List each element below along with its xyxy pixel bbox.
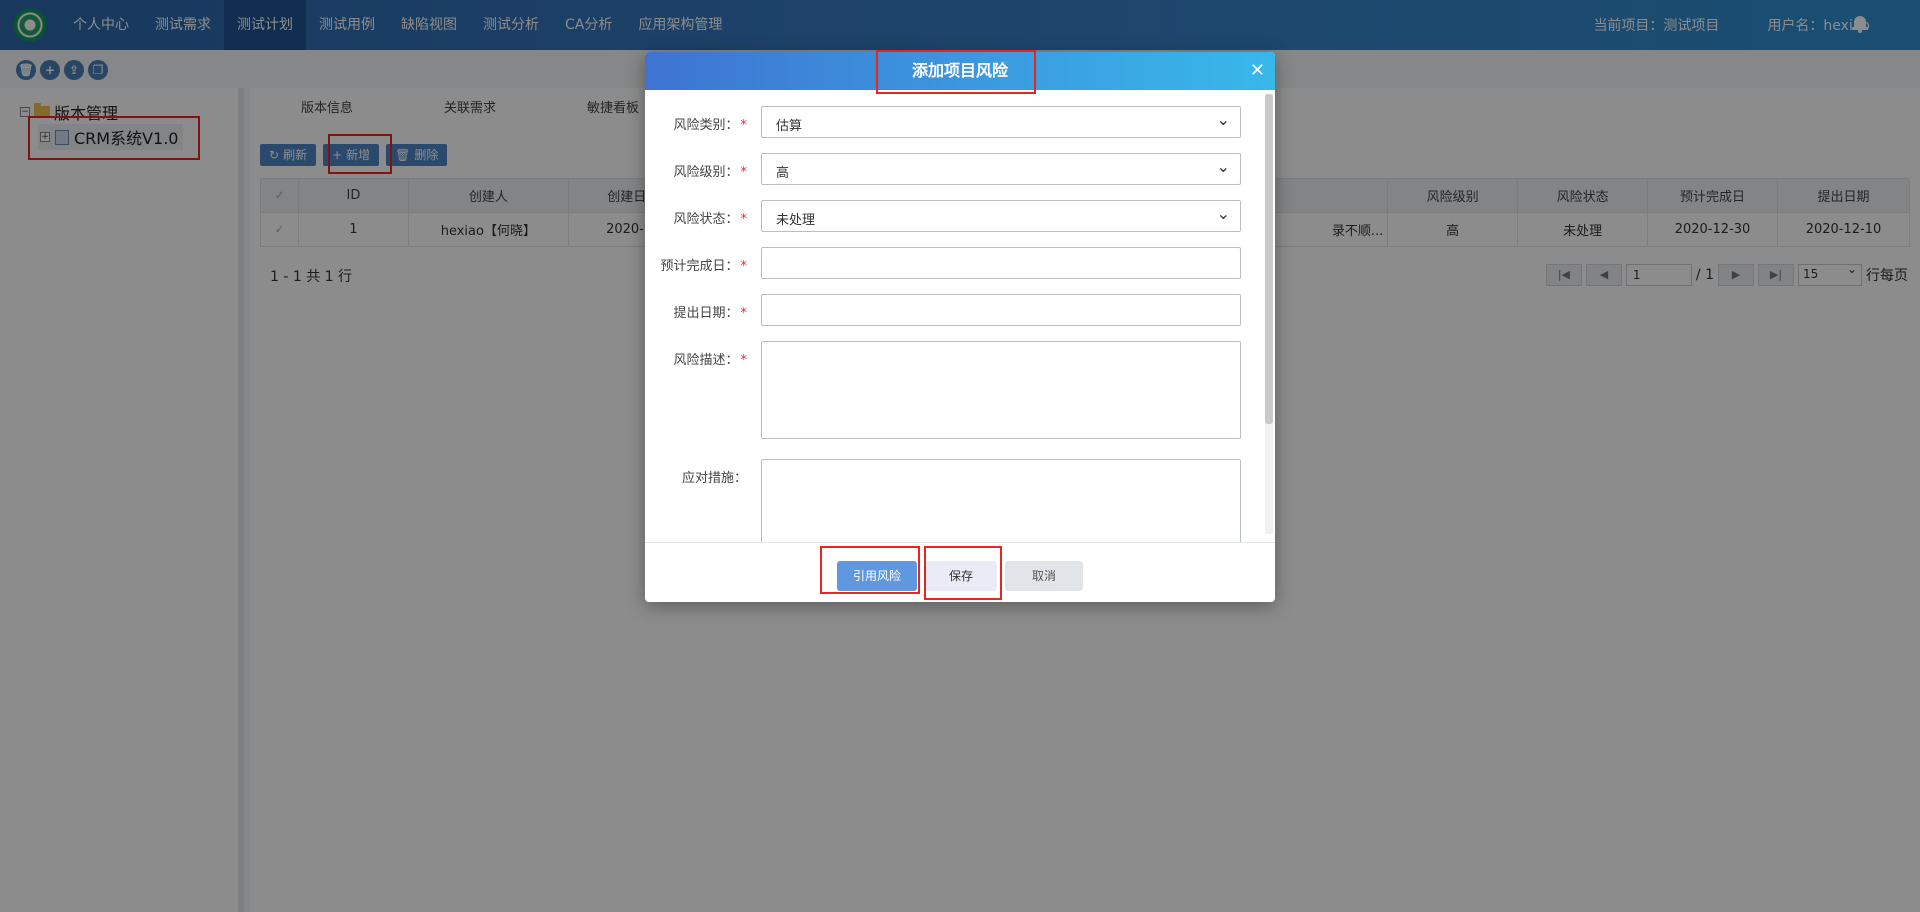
close-icon[interactable]: ✕ <box>1250 61 1265 81</box>
dialog-body: 风险类别：* 估算 风险级别：* 高 风险状态：* 未处理 预计完成日：* 提出… <box>645 90 1275 542</box>
submit-date-input[interactable] <box>761 294 1241 326</box>
cite-risk-button[interactable]: 引用风险 <box>837 561 917 591</box>
add-risk-dialog: 添加项目风险 ✕ 风险类别：* 估算 风险级别：* 高 风险状态：* 未处理 预… <box>645 52 1275 602</box>
dialog-title: 添加项目风险 <box>911 61 1008 80</box>
label-risk-status: 风险状态： * <box>673 212 747 227</box>
save-button[interactable]: 保存 <box>925 561 997 591</box>
measures-textarea[interactable] <box>761 459 1241 542</box>
expected-finish-input[interactable] <box>761 247 1241 279</box>
risk-status-select[interactable]: 未处理 <box>761 200 1241 232</box>
label-measures: 应对措施： <box>681 471 747 486</box>
label-submit-date: 提出日期： * <box>673 306 747 321</box>
dialog-header: 添加项目风险 ✕ <box>645 52 1275 90</box>
risk-type-select[interactable]: 估算 <box>761 106 1241 138</box>
description-textarea[interactable] <box>761 341 1241 439</box>
label-risk-level: 风险级别： * <box>673 165 747 180</box>
dialog-scroll-thumb[interactable] <box>1265 94 1273 424</box>
dialog-footer: 引用风险 保存 取消 <box>645 542 1275 602</box>
label-description: 风险描述： * <box>673 353 747 368</box>
label-expected-finish: 预计完成日： * <box>660 259 747 274</box>
label-risk-type: 风险类别： * <box>673 118 747 133</box>
risk-level-select[interactable]: 高 <box>761 153 1241 185</box>
cancel-button[interactable]: 取消 <box>1005 561 1083 591</box>
